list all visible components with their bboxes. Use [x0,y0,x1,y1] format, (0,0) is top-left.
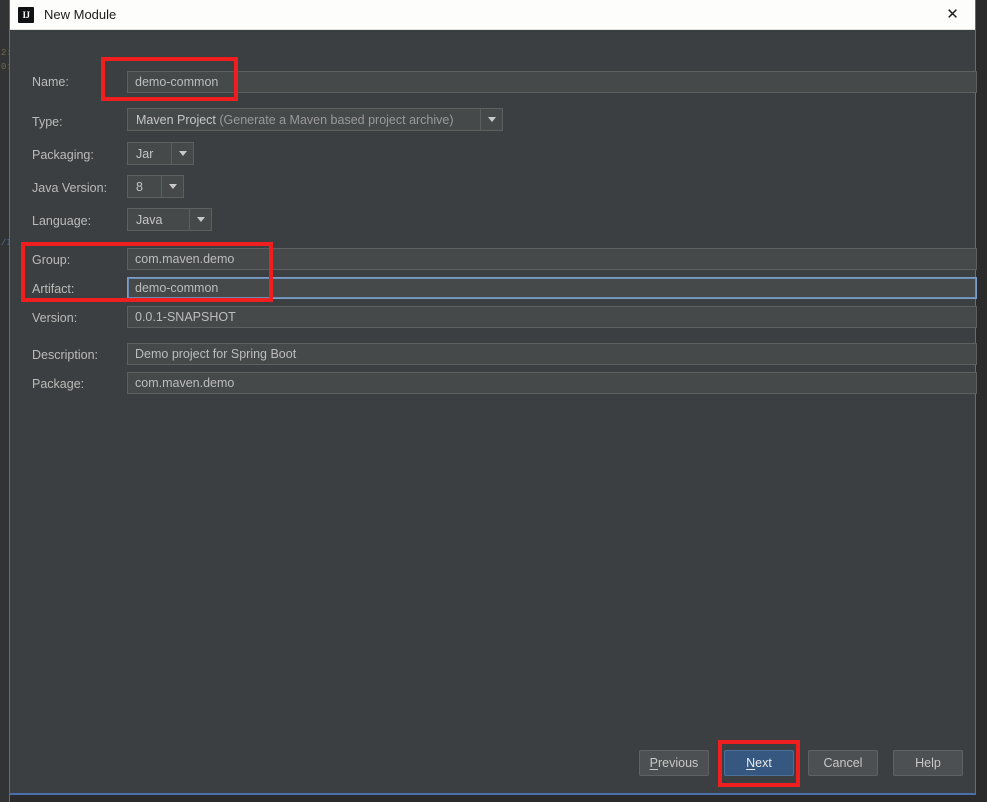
label-version: Version: [32,311,78,325]
help-button[interactable]: Help [893,750,963,776]
intellij-idea-icon: IJ [18,6,34,23]
label-packaging: Packaging: [32,148,94,162]
previous-button-label: Previous [649,756,699,770]
label-name: Name: [32,75,69,89]
language-combobox[interactable]: Java [127,208,212,231]
description-input[interactable]: Demo project for Spring Boot [127,343,977,365]
package-input[interactable]: com.maven.demo [127,372,977,394]
label-java-version: Java Version: [32,181,108,195]
previous-button[interactable]: Previous [639,750,709,776]
chevron-down-icon[interactable] [171,143,193,164]
dialog-bottom-edge [9,793,976,795]
dialog-button-bar: Previous Next Cancel Help [10,737,975,793]
label-group: Group: [32,253,71,267]
backdrop-right-edge [976,0,987,802]
chevron-down-icon[interactable] [161,176,183,197]
group-input[interactable]: com.maven.demo [127,248,977,270]
dialog-titlebar: IJ New Module ✕ [10,0,975,30]
close-icon[interactable]: ✕ [930,0,975,28]
label-language: Language: [32,214,92,228]
type-combobox[interactable]: Maven Project (Generate a Maven based pr… [127,108,503,131]
java-version-combobox-value: 8 [136,179,143,194]
packaging-combobox[interactable]: Jar [127,142,194,165]
label-package: Package: [32,377,85,391]
cancel-button[interactable]: Cancel [808,750,878,776]
artifact-input[interactable]: demo-common [127,277,977,299]
new-module-dialog: IJ New Module ✕ Name: demo-common Type: … [9,0,977,794]
type-combobox-value: Maven Project (Generate a Maven based pr… [136,112,454,127]
packaging-combobox-value: Jar [136,146,154,161]
label-description: Description: [32,348,98,362]
java-version-combobox[interactable]: 8 [127,175,184,198]
module-form: Name: demo-common Type: Maven Project (G… [10,30,977,737]
chevron-down-icon[interactable] [480,109,502,130]
language-combobox-value: Java [136,212,163,227]
label-type: Type: [32,115,63,129]
label-artifact: Artifact: [32,282,75,296]
next-button-label: Next [746,756,772,770]
name-input[interactable]: demo-common [127,71,977,93]
version-input[interactable]: 0.0.1-SNAPSHOT [127,306,977,328]
dialog-title: New Module [44,7,117,22]
next-button[interactable]: Next [724,750,794,776]
chevron-down-icon[interactable] [189,209,211,230]
